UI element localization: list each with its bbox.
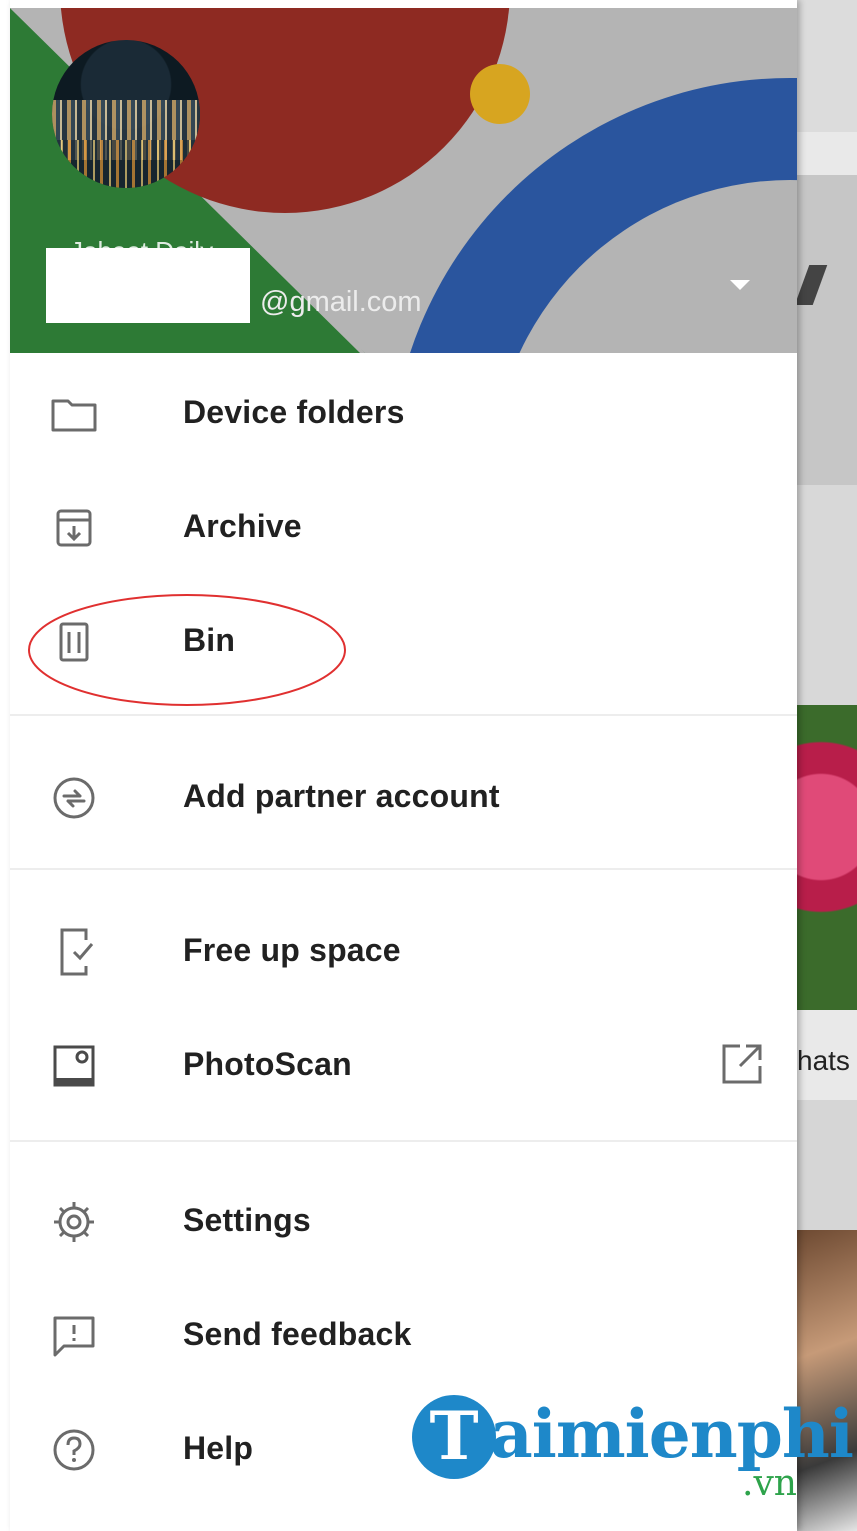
background-app: hats bbox=[797, 0, 857, 1531]
partner-share-icon bbox=[50, 777, 98, 819]
menu-item-label: Device folders bbox=[183, 394, 405, 430]
menu-item-add-partner-account[interactable]: Add partner account bbox=[10, 746, 797, 846]
gear-icon bbox=[50, 1202, 98, 1242]
menu-item-label: Archive bbox=[183, 508, 302, 544]
watermark-brand: aimienphi bbox=[490, 1395, 854, 1473]
menu-item-label: Bin bbox=[183, 622, 236, 658]
redaction-box bbox=[46, 248, 250, 323]
open-external-icon bbox=[722, 1044, 762, 1084]
trash-icon bbox=[50, 622, 98, 662]
avatar[interactable] bbox=[52, 40, 200, 188]
menu-item-photoscan[interactable]: PhotoScan bbox=[10, 1014, 797, 1114]
menu-item-label: Free up space bbox=[183, 932, 401, 968]
watermark-domain: .vn bbox=[742, 1463, 797, 1504]
phone-check-icon bbox=[50, 928, 98, 976]
background-photo-flower bbox=[797, 705, 857, 1010]
watermark-logo: T aimienphi .vn bbox=[412, 1395, 854, 1505]
background-card bbox=[797, 485, 857, 705]
menu-item-send-feedback[interactable]: Send feedback bbox=[10, 1284, 797, 1384]
menu-item-label: PhotoScan bbox=[183, 1046, 352, 1082]
account-header: Joheet Daily @gmail.com bbox=[10, 8, 797, 353]
menu-item-label: Settings bbox=[183, 1202, 311, 1238]
menu-item-free-up-space[interactable]: Free up space bbox=[10, 900, 797, 1000]
account-email: @gmail.com bbox=[260, 286, 422, 318]
menu-item-settings[interactable]: Settings bbox=[10, 1170, 797, 1270]
menu-item-label: Send feedback bbox=[183, 1316, 412, 1352]
background-toolbar bbox=[797, 0, 857, 132]
menu-item-label: Add partner account bbox=[183, 778, 500, 814]
background-photo-person bbox=[797, 1230, 857, 1531]
archive-icon bbox=[50, 508, 98, 548]
account-switcher-button[interactable] bbox=[726, 276, 754, 294]
background-panel-2 bbox=[797, 1100, 857, 1230]
open-external-button[interactable] bbox=[716, 1038, 768, 1090]
help-icon bbox=[50, 1429, 98, 1471]
folder-icon bbox=[50, 394, 98, 434]
menu-item-archive[interactable]: Archive bbox=[10, 476, 797, 576]
feedback-icon bbox=[50, 1316, 98, 1357]
background-panel bbox=[797, 175, 857, 485]
background-album-title: hats bbox=[797, 1045, 850, 1076]
avatar-city-lights bbox=[52, 140, 200, 188]
menu-divider bbox=[10, 714, 797, 716]
menu-item-bin[interactable]: Bin bbox=[10, 590, 797, 690]
photoscan-icon bbox=[50, 1045, 98, 1087]
caret-down-icon bbox=[730, 280, 750, 290]
menu-item-device-folders[interactable]: Device folders bbox=[10, 362, 797, 462]
navigation-drawer: Joheet Daily @gmail.com Device folders bbox=[10, 0, 797, 1531]
watermark-logo-letter: T bbox=[412, 1395, 496, 1479]
menu-divider bbox=[10, 1140, 797, 1142]
menu-item-label: Help bbox=[183, 1430, 254, 1466]
menu-divider bbox=[10, 868, 797, 870]
